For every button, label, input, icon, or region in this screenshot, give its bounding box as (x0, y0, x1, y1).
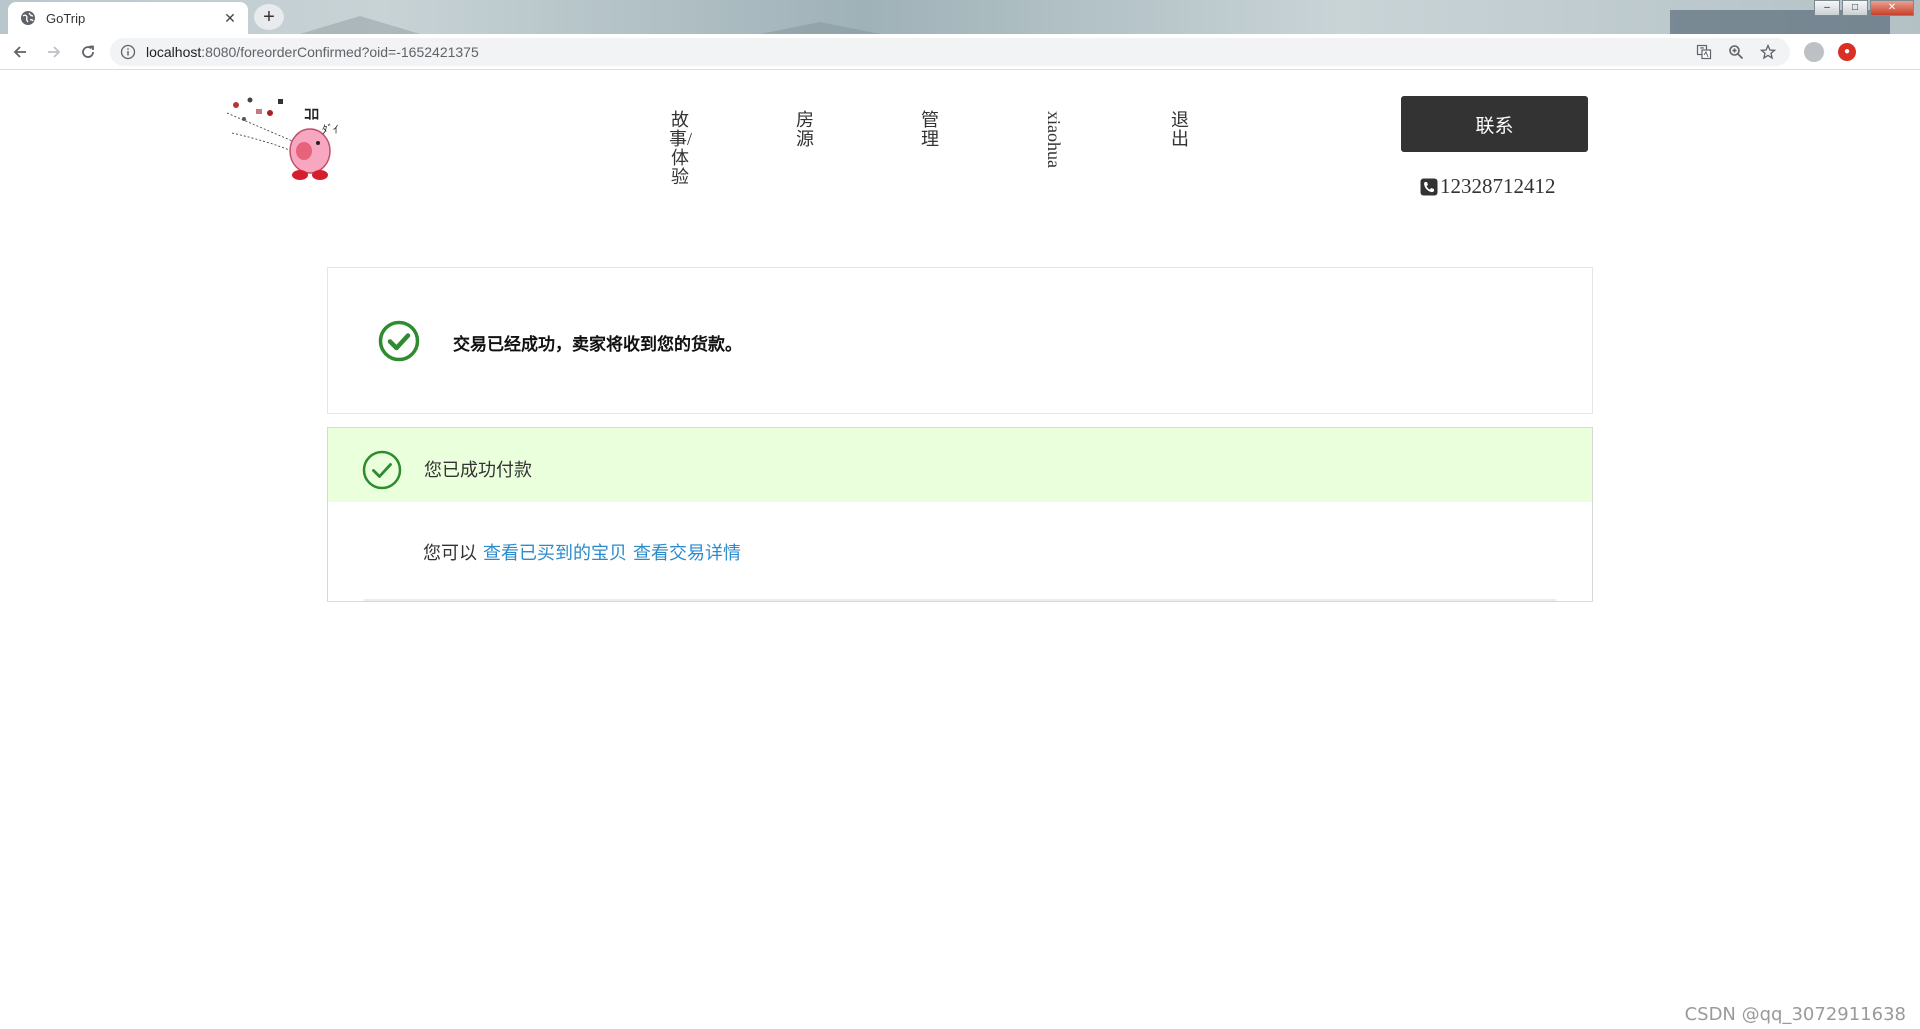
forward-button[interactable] (40, 38, 68, 66)
check-circle-icon (378, 320, 420, 362)
window-controls: – □ ✕ (1812, 0, 1914, 16)
bookmark-button[interactable] (1756, 40, 1780, 64)
translate-button[interactable] (1692, 40, 1716, 64)
logo-image[interactable]: ｺﾛ ﾀﾞｲ (222, 93, 354, 189)
check-circle-outline-icon (362, 450, 402, 490)
background-decoration (760, 22, 880, 34)
info-icon[interactable] (120, 44, 136, 60)
translate-icon (1696, 44, 1712, 59)
nav-manage[interactable]: 管理 (919, 111, 941, 149)
tab-close-icon[interactable]: ✕ (222, 10, 238, 27)
payment-actions-prefix: 您可以 (423, 543, 477, 563)
watermark-text: CSDN @qq_3072911638 (1684, 1004, 1906, 1025)
arrow-left-icon (13, 45, 26, 58)
view-purchased-link[interactable]: 查看已买到的宝贝 (483, 543, 627, 563)
background-decoration (300, 16, 420, 34)
toolbar-right: ● (1800, 41, 1856, 62)
browser-toolbar: localhost:8080/foreorderConfirmed?oid=-1… (0, 34, 1920, 70)
maximize-button[interactable]: □ (1842, 0, 1868, 16)
nav-listings[interactable]: 房源 (794, 111, 816, 149)
new-tab-button[interactable]: + (254, 4, 284, 30)
phone-text: 12328712412 (1440, 174, 1556, 198)
zoom-icon (1729, 44, 1744, 59)
tab-title: GoTrip (46, 10, 86, 26)
payment-success-header: 您已成功付款 (328, 428, 1592, 502)
extension-icon[interactable]: ● (1838, 42, 1856, 61)
browser-tabstrip: GoTrip ✕ + – □ ✕ (0, 0, 1920, 34)
minimize-button[interactable]: – (1814, 0, 1840, 16)
arrow-right-icon (48, 45, 61, 58)
url-text[interactable]: localhost:8080/foreorderConfirmed?oid=-1… (146, 44, 1684, 60)
page: ｺﾛ ﾀﾞｲ 故事/体验 房源 管理 xiaohua 退出 联系 1232871… (0, 71, 1920, 1029)
contact-button[interactable]: 联系 (1401, 96, 1588, 152)
address-bar[interactable]: localhost:8080/foreorderConfirmed?oid=-1… (110, 37, 1790, 66)
svg-text:ｺﾛ: ｺﾛ (304, 105, 319, 123)
zoom-button[interactable] (1724, 40, 1748, 64)
phone-number: 12328712412 (1420, 174, 1556, 199)
url-host: localhost (146, 43, 202, 60)
payment-success-panel: 您已成功付款 您可以 查看已买到的宝贝 查看交易详情 (327, 427, 1593, 602)
back-button[interactable] (6, 38, 34, 66)
trade-success-message: 交易已经成功，卖家将收到您的货款。 (453, 335, 742, 354)
globe-icon (21, 11, 35, 25)
window-close-button[interactable]: ✕ (1870, 0, 1914, 16)
phone-icon (1420, 178, 1438, 195)
divider (364, 599, 1556, 601)
reload-icon (82, 45, 94, 58)
view-trade-details-link[interactable]: 查看交易详情 (633, 543, 741, 563)
trade-success-panel: 交易已经成功，卖家将收到您的货款。 (327, 267, 1593, 414)
url-path: :8080/foreorderConfirmed?oid=-1652421375 (201, 43, 479, 60)
browser-tab[interactable]: GoTrip ✕ (8, 2, 248, 34)
nav-logout[interactable]: 退出 (1169, 111, 1191, 149)
star-icon (1760, 43, 1776, 59)
payment-success-title: 您已成功付款 (424, 460, 532, 480)
svg-text:ﾀﾞｲ: ﾀﾞｲ (322, 123, 339, 136)
nav-user[interactable]: xiaohua (1043, 111, 1065, 168)
profile-avatar-icon[interactable] (1804, 41, 1824, 62)
reload-button[interactable] (74, 38, 102, 66)
nav-stories[interactable]: 故事/体验 (669, 111, 692, 187)
payment-actions: 您可以 查看已买到的宝贝 查看交易详情 (423, 539, 741, 565)
